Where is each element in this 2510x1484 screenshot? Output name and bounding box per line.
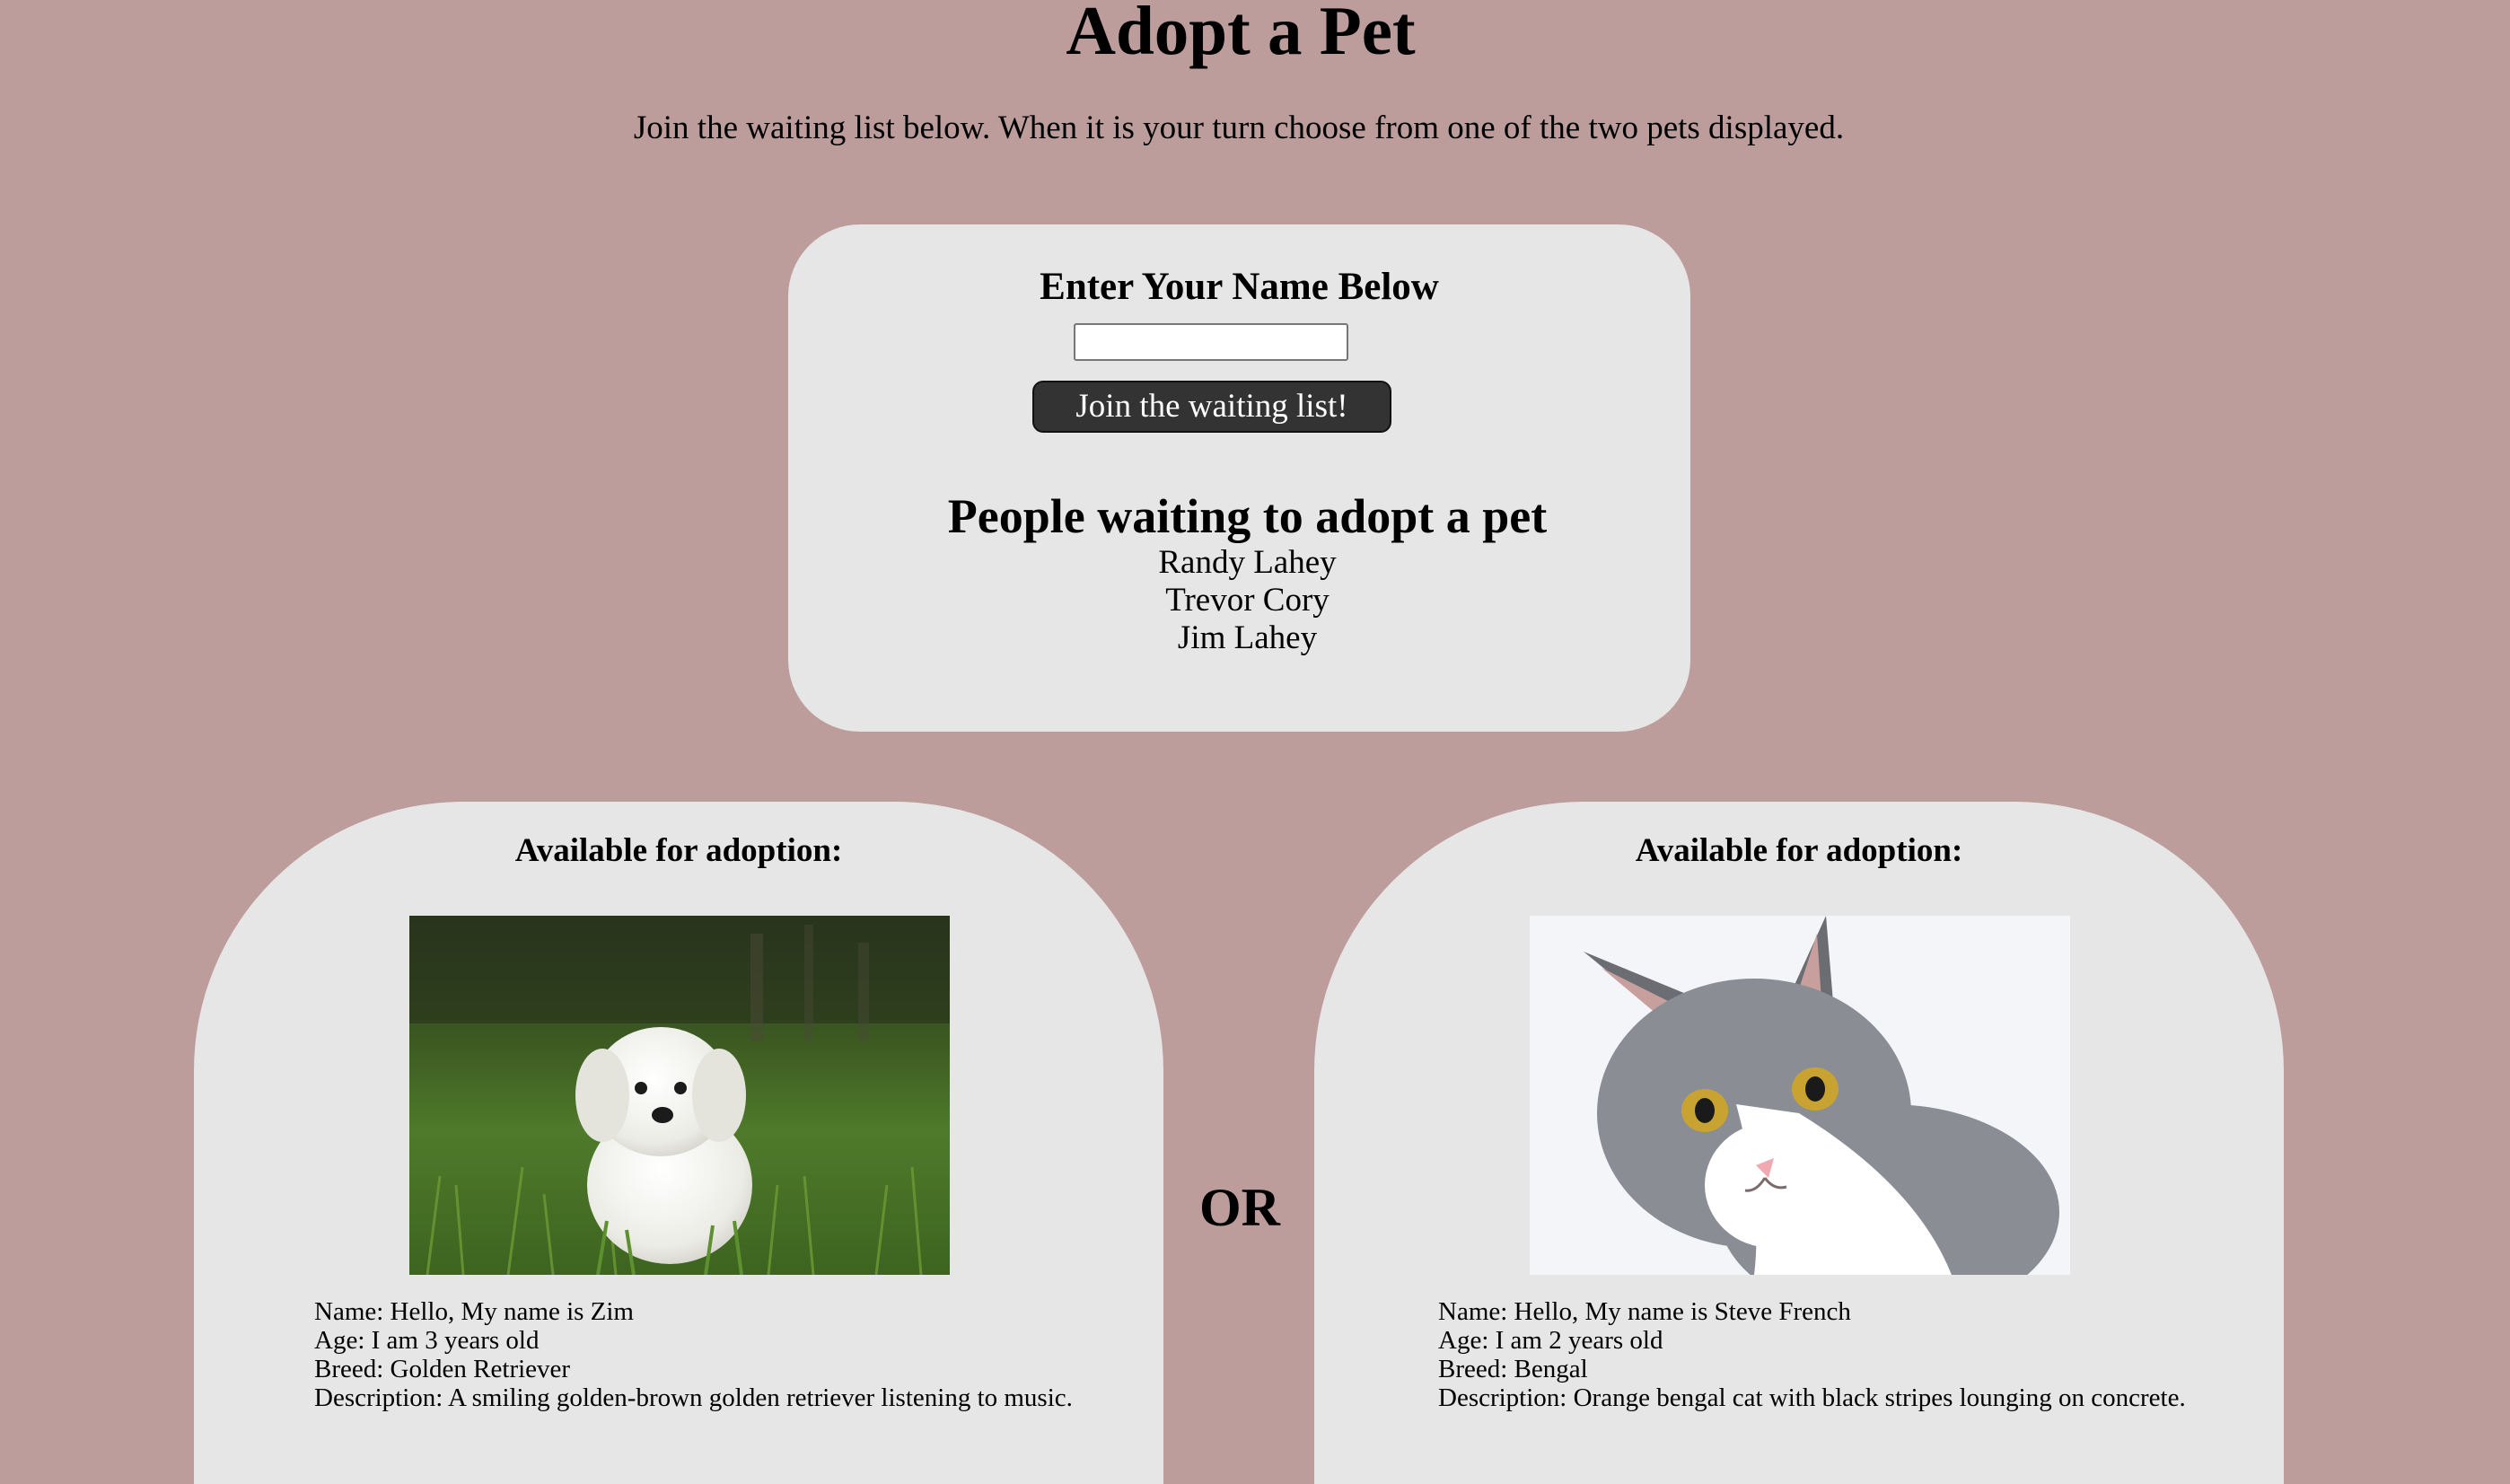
intro-text: Join the waiting list below. When it is …	[633, 110, 1845, 146]
name-input[interactable]	[1074, 323, 1348, 361]
page-title: Adopt a Pet	[1066, 0, 1416, 69]
waiting-person: Randy Lahey	[1158, 544, 1337, 581]
pet-name: Name: Hello, My name is Zim	[314, 1297, 634, 1326]
pet-description: Description: A smiling golden-brown gold…	[314, 1383, 1073, 1412]
pet-details: Name: Hello, My name is Steve French Age…	[1438, 1297, 2246, 1412]
join-waiting-list-button[interactable]: Join the waiting list!	[1032, 381, 1391, 433]
pet-card-dog: Available for adoption: Name: Hello, My …	[194, 802, 1163, 1484]
pet-details: Name: Hello, My name is Zim Age: I am 3 …	[314, 1297, 1122, 1412]
pet-age: Age: I am 2 years old	[1438, 1326, 1663, 1355]
waiting-person: Trevor Cory	[1165, 582, 1330, 619]
white-puppy-in-grass-photo	[409, 916, 950, 1275]
pet-description: Description: Orange bengal cat with blac…	[1438, 1383, 2186, 1412]
pet-card-cat: Available for adoption: Name: Hello, My …	[1314, 802, 2284, 1484]
pet-breed: Breed: Bengal	[1438, 1355, 1588, 1383]
pet-name: Name: Hello, My name is Steve French	[1438, 1297, 1851, 1326]
pet-card-heading: Available for adoption:	[1635, 832, 1963, 869]
waiting-person: Jim Lahey	[1177, 619, 1318, 656]
dog-photo	[409, 916, 950, 1275]
cat-photo	[1530, 916, 2070, 1275]
pet-breed: Breed: Golden Retriever	[314, 1355, 571, 1383]
waiting-list-heading: People waiting to adopt a pet	[947, 489, 1548, 543]
grey-white-cat-photo	[1530, 916, 2070, 1275]
pet-card-heading: Available for adoption:	[514, 832, 843, 869]
or-separator: OR	[1199, 1178, 1280, 1237]
waiting-list: Randy Lahey Trevor Cory Jim Lahey	[788, 544, 1707, 657]
name-entry-heading: Enter Your Name Below	[1040, 266, 1439, 308]
pet-age: Age: I am 3 years old	[314, 1326, 540, 1355]
waiting-list-card: Enter Your Name Below Join the waiting l…	[788, 224, 1690, 732]
